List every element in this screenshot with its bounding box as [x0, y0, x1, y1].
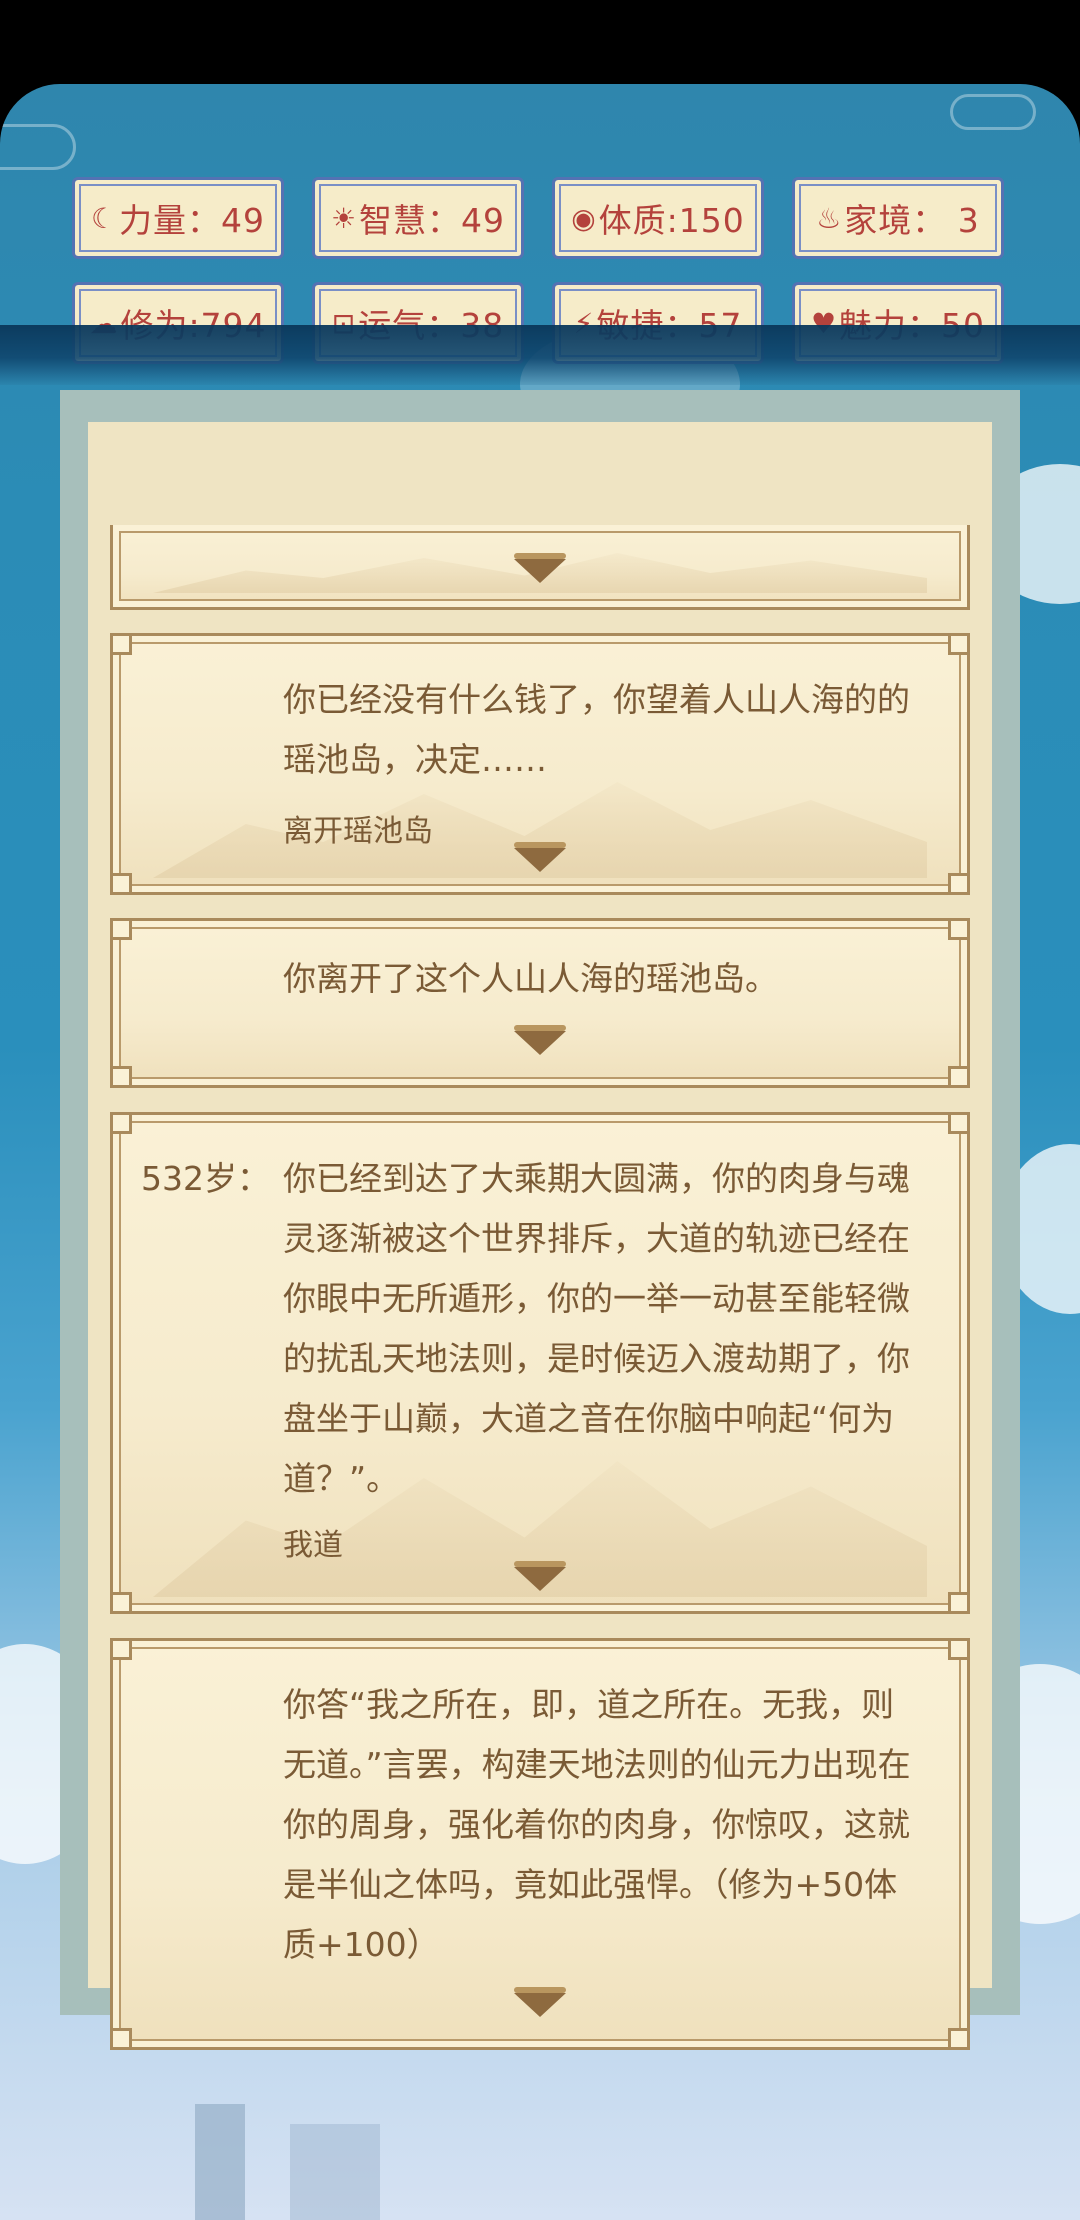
constitution-icon: ◉: [571, 201, 597, 235]
corner-ornament: [110, 1592, 132, 1614]
continue-arrow-icon[interactable]: [514, 1025, 566, 1055]
corner-ornament: [948, 633, 970, 655]
corner-ornament: [948, 1066, 970, 1088]
stat-family: ♨ 家境： 3: [792, 177, 1004, 259]
mountain-pillar-decoration: [195, 2104, 245, 2220]
event-card[interactable]: 532岁： 你已经到达了大乘期大圆满，你的肉身与魂灵逐渐被这个世界排斥，大道的轨…: [110, 1112, 970, 1614]
ink-brush-divider: [0, 325, 1080, 385]
event-card[interactable]: [110, 525, 970, 610]
corner-ornament: [110, 918, 132, 940]
event-text: 你答“我之所在，即，道之所在。无我，则无道。”言罢，构建天地法则的仙元力出现在你…: [283, 1685, 911, 1964]
family-icon: ♨: [816, 201, 843, 235]
continue-arrow-icon[interactable]: [514, 553, 566, 583]
corner-ornament: [948, 2028, 970, 2050]
cloud-swirl-decoration: [950, 94, 1036, 130]
stat-label: 家境： 3: [844, 201, 980, 240]
continue-arrow-icon[interactable]: [514, 842, 566, 872]
stat-constitution: ◉ 体质:150: [552, 177, 764, 259]
corner-ornament: [110, 1066, 132, 1088]
event-choice[interactable]: 离开瑶池岛: [283, 806, 433, 850]
event-text: 你已经没有什么钱了，你望着人山人海的的瑶池岛，决定……: [283, 680, 910, 779]
corner-ornament: [110, 873, 132, 895]
stat-strength: ☾ 力量：49: [72, 177, 284, 259]
event-card[interactable]: 你已经没有什么钱了，你望着人山人海的的瑶池岛，决定…… 离开瑶池岛: [110, 633, 970, 895]
corner-ornament: [110, 1112, 132, 1134]
continue-arrow-icon[interactable]: [514, 1987, 566, 2017]
stat-label: 体质:150: [598, 201, 745, 240]
mountain-pillar-decoration: [290, 2124, 380, 2220]
wisdom-icon: ☀: [330, 201, 358, 235]
corner-ornament: [110, 2028, 132, 2050]
event-text: 你已经到达了大乘期大圆满，你的肉身与魂灵逐渐被这个世界排斥，大道的轨迹已经在你眼…: [283, 1159, 910, 1498]
event-choice[interactable]: 我道: [283, 1520, 343, 1564]
continue-arrow-icon[interactable]: [514, 1561, 566, 1591]
cloud-swirl-decoration: [0, 124, 76, 170]
strength-icon: ☾: [90, 201, 118, 235]
event-text: 你离开了这个人山人海的瑶池岛。: [283, 959, 778, 998]
corner-ornament: [948, 1112, 970, 1134]
stat-label: 智慧：49: [359, 201, 506, 240]
event-age: 532岁：: [141, 1159, 270, 1198]
corner-ornament: [948, 1638, 970, 1660]
event-card[interactable]: 你答“我之所在，即，道之所在。无我，则无道。”言罢，构建天地法则的仙元力出现在你…: [110, 1638, 970, 2050]
stat-wisdom: ☀ 智慧：49: [312, 177, 524, 259]
corner-ornament: [110, 633, 132, 655]
stat-label: 力量：49: [119, 201, 266, 240]
corner-ornament: [948, 918, 970, 940]
corner-ornament: [948, 1592, 970, 1614]
corner-ornament: [948, 873, 970, 895]
corner-ornament: [110, 1638, 132, 1660]
event-card[interactable]: 你离开了这个人山人海的瑶池岛。: [110, 918, 970, 1088]
